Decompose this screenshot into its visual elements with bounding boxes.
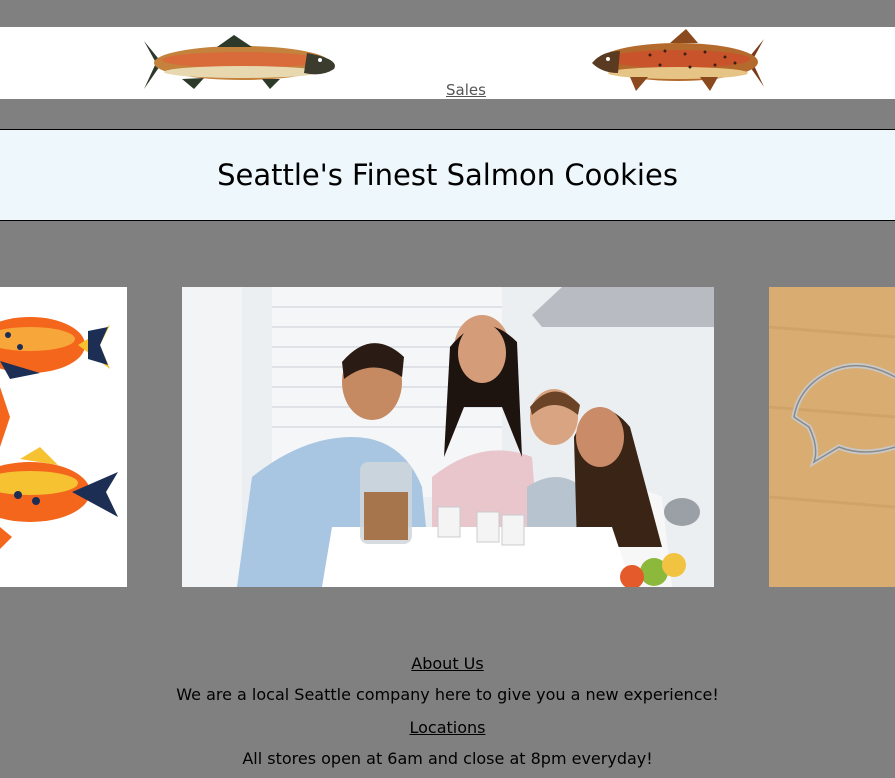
salmon-image-left bbox=[144, 35, 335, 89]
about-us-link[interactable]: About Us bbox=[0, 650, 895, 681]
fish-cookies-image bbox=[0, 287, 127, 587]
title-banner: Seattle's Finest Salmon Cookies bbox=[0, 129, 895, 221]
locations-link[interactable]: Locations bbox=[0, 714, 895, 745]
info-section: About Us We are a local Seattle company … bbox=[0, 650, 895, 778]
fish-cookie-cutter-image bbox=[769, 287, 895, 587]
locations-text: All stores open at 6am and close at 8pm … bbox=[242, 749, 653, 768]
page-title: Seattle's Finest Salmon Cookies bbox=[217, 158, 678, 192]
top-banner: Sales bbox=[0, 27, 895, 99]
nav-link-sales[interactable]: Sales bbox=[446, 81, 486, 99]
family-kitchen-photo bbox=[182, 287, 714, 587]
about-us-text: We are a local Seattle company here to g… bbox=[176, 685, 719, 704]
salmon-image-right bbox=[592, 29, 764, 91]
